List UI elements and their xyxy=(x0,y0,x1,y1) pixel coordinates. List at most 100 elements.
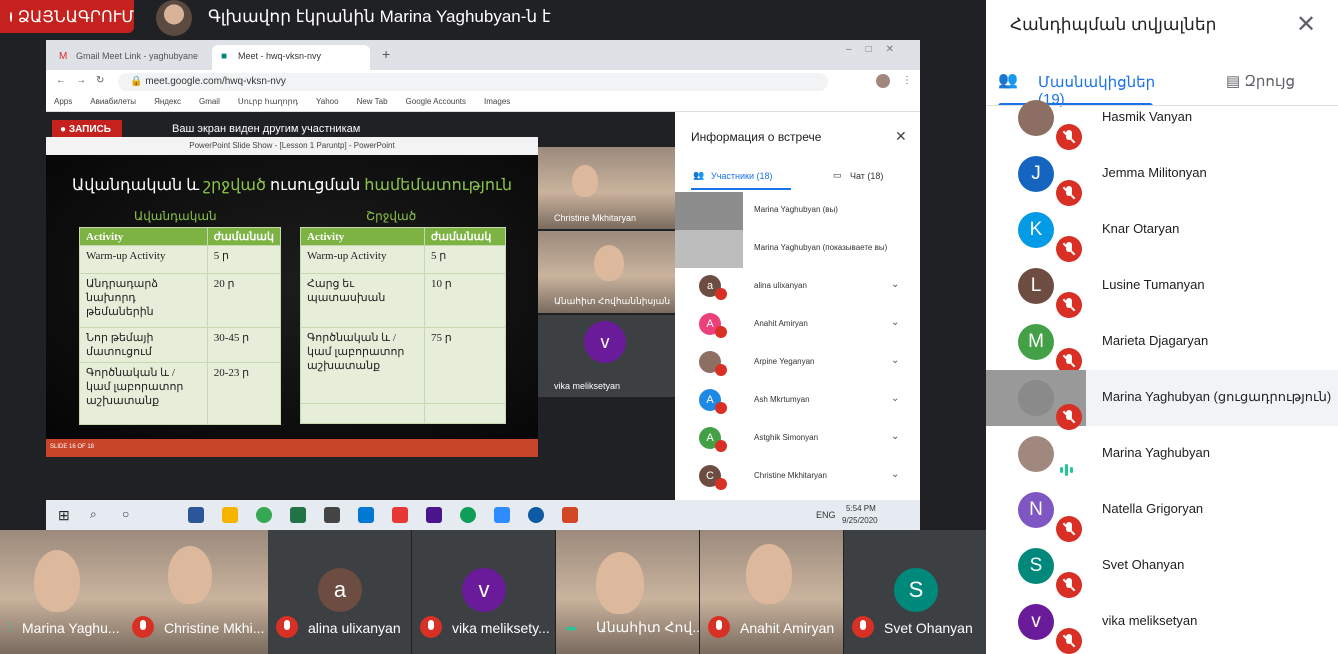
video-tile[interactable]: Anahit Amiryan xyxy=(700,530,843,654)
list-item[interactable]: Marina Yaghubyan (вы) xyxy=(675,192,920,230)
list-item[interactable]: S Svet Ohanyan xyxy=(986,538,1338,598)
bookmark-avia[interactable]: Авиабилеты xyxy=(90,97,136,108)
chevron-down-icon[interactable]: ⌄ xyxy=(891,393,899,404)
bookmark-newtab[interactable]: New Tab xyxy=(357,97,388,108)
meet-icon: ■ xyxy=(221,51,228,62)
premiere-icon[interactable] xyxy=(426,507,442,523)
zoom-icon[interactable] xyxy=(494,507,510,523)
slide: Ավանդական և շրջված ուսուցման համեմատությ… xyxy=(46,155,538,439)
reload-icon[interactable]: ↻ xyxy=(96,75,104,86)
chevron-down-icon[interactable]: ⌄ xyxy=(891,469,899,480)
bookmark-apps[interactable]: Apps xyxy=(54,97,72,108)
new-tab-icon[interactable]: + xyxy=(382,46,390,62)
mic-off-icon xyxy=(132,616,154,638)
info-panel-title: Информация о встрече xyxy=(691,130,822,144)
list-item[interactable]: Marina Yaghubyan (ցուցադրություն) xyxy=(986,370,1338,430)
back-icon[interactable]: ← xyxy=(56,75,66,86)
table-cell: 5 ր xyxy=(424,245,506,274)
clock-date[interactable]: 9/25/2020 xyxy=(842,516,878,525)
powerpoint-window: PowerPoint Slide Show - [Lesson 1 Parunt… xyxy=(46,137,538,457)
bookmark-yahoo[interactable]: Yahoo xyxy=(316,97,339,108)
powerpoint-icon[interactable] xyxy=(562,507,578,523)
hangouts-icon[interactable] xyxy=(460,507,476,523)
avatar: S xyxy=(1018,548,1054,584)
list-item[interactable]: A Ash Mkrtumyan ⌄ xyxy=(675,382,920,420)
chevron-down-icon[interactable]: ⌄ xyxy=(891,317,899,328)
profile-avatar[interactable] xyxy=(876,74,890,88)
list-item[interactable]: L Lusine Tumanyan xyxy=(986,258,1338,318)
chrome-icon[interactable] xyxy=(256,507,272,523)
close-icon[interactable]: ✕ xyxy=(1296,10,1316,39)
close-icon[interactable]: ✕ xyxy=(895,128,907,145)
inner-tile-name: Christine Mkhitaryan xyxy=(554,213,637,223)
excel-icon[interactable] xyxy=(290,507,306,523)
explorer-icon[interactable] xyxy=(222,507,238,523)
table-cell: 30-45 ր xyxy=(206,327,282,363)
browser-tab-meet[interactable]: ■ Meet - hwq-vksn-nvy xyxy=(212,45,370,70)
inner-tile[interactable]: v vika meliksetyan xyxy=(538,315,675,397)
record-dot-icon xyxy=(10,11,12,22)
mail-icon[interactable] xyxy=(358,507,374,523)
tab-chat[interactable]: ▤ Զրույց xyxy=(1218,72,1295,90)
clock-time[interactable]: 5:54 PM xyxy=(846,504,876,513)
video-tile[interactable]: v vika meliksety... xyxy=(412,530,555,654)
yandex-icon[interactable] xyxy=(392,507,408,523)
list-item[interactable]: J Jemma Militonyan xyxy=(986,146,1338,206)
participant-name: Arpine Yeganyan xyxy=(754,357,815,366)
video-tile[interactable]: ••• Անահիտ Հով... xyxy=(556,530,704,654)
search-icon[interactable]: ⌕ xyxy=(90,507,97,522)
list-item[interactable]: A Astghik Simonyan ⌄ xyxy=(675,420,920,458)
avatar-area: N xyxy=(986,482,1086,542)
bookmark-yandex[interactable]: Яндекс xyxy=(154,97,181,108)
avatar-area xyxy=(986,90,1086,150)
list-item[interactable]: N Natella Grigoryan xyxy=(986,482,1338,542)
windows-start-icon[interactable]: ⊞ xyxy=(58,507,70,524)
chevron-down-icon[interactable]: ⌄ xyxy=(891,355,899,366)
speaking-icon xyxy=(1060,464,1073,476)
list-item[interactable]: v vika meliksetyan xyxy=(986,594,1338,654)
chevron-down-icon[interactable]: ⌄ xyxy=(891,279,899,290)
video-tile[interactable]: a alina ulixanyan xyxy=(268,530,411,654)
bookmark-armenian[interactable]: Սուրբ հաղորդ xyxy=(238,97,298,108)
list-item[interactable]: Marina Yaghubyan (показываете вы) xyxy=(675,230,920,268)
panel-title: Հանդիպման տվյալներ xyxy=(1010,15,1217,34)
forward-icon[interactable]: → xyxy=(76,75,86,86)
traditional-heading: Ավանդական xyxy=(134,209,217,223)
store-icon[interactable] xyxy=(324,507,340,523)
list-item[interactable]: a alina ulixanyan ⌄ xyxy=(675,268,920,306)
list-item[interactable]: M Marieta Djagaryan xyxy=(986,314,1338,374)
table-cell: 20-23 ր xyxy=(206,362,282,425)
tile-name: Anahit Amiryan xyxy=(740,620,835,636)
menu-icon[interactable]: ⋮ xyxy=(902,75,912,86)
cortana-icon[interactable]: ○ xyxy=(122,507,129,521)
participant-name: Knar Otaryan xyxy=(1102,221,1180,236)
list-item[interactable]: Arpine Yeganyan ⌄ xyxy=(675,344,920,382)
tile-name: Christine Mkhi... xyxy=(164,620,265,636)
list-item[interactable]: Marina Yaghubyan xyxy=(986,426,1338,482)
video-tile[interactable]: Christine Mkhi... xyxy=(124,530,268,654)
window-controls[interactable]: –□✕ xyxy=(846,44,908,55)
word-icon[interactable] xyxy=(188,507,204,523)
list-item[interactable]: A Anahit Amiryan ⌄ xyxy=(675,306,920,344)
table-header-row: Activity ժամանակ xyxy=(300,227,506,246)
bookmark-google-accounts[interactable]: Google Accounts xyxy=(406,97,466,108)
list-item[interactable]: K Knar Otaryan xyxy=(986,202,1338,262)
inner-tile[interactable]: Christine Mkhitaryan xyxy=(538,147,675,229)
participant-face xyxy=(572,165,598,197)
inner-tile[interactable]: Անահիտ Հովհաննիսյան xyxy=(538,231,675,313)
list-item[interactable]: Hasmik Vanyan xyxy=(986,90,1338,150)
bookmark-images[interactable]: Images xyxy=(484,97,510,108)
chevron-down-icon[interactable]: ⌄ xyxy=(891,431,899,442)
tab-participants[interactable]: Участники (18) xyxy=(711,171,773,181)
address-bar[interactable]: 🔒 meet.google.com/hwq-vksn-nvy xyxy=(118,73,828,91)
video-tile[interactable]: ⋮ Marina Yaghu... xyxy=(0,530,124,654)
language-indicator[interactable]: ENG xyxy=(816,510,836,520)
list-item[interactable]: C Christine Mkhitaryan ⌄ xyxy=(675,458,920,496)
browser-tab-gmail[interactable]: M Gmail Meet Link - yaghubyane xyxy=(50,45,210,70)
info-tabs: 👥 Участники (18) ▭ Чат (18) xyxy=(675,156,920,190)
bookmark-gmail[interactable]: Gmail xyxy=(199,97,220,108)
table-row: Գործնական և / կամ լաբորատոր աշխատանք 75 … xyxy=(300,327,506,404)
tab-chat[interactable]: Чат (18) xyxy=(850,171,883,181)
video-tile[interactable]: S Svet Ohanyan xyxy=(844,530,986,654)
edge-icon[interactable] xyxy=(528,507,544,523)
